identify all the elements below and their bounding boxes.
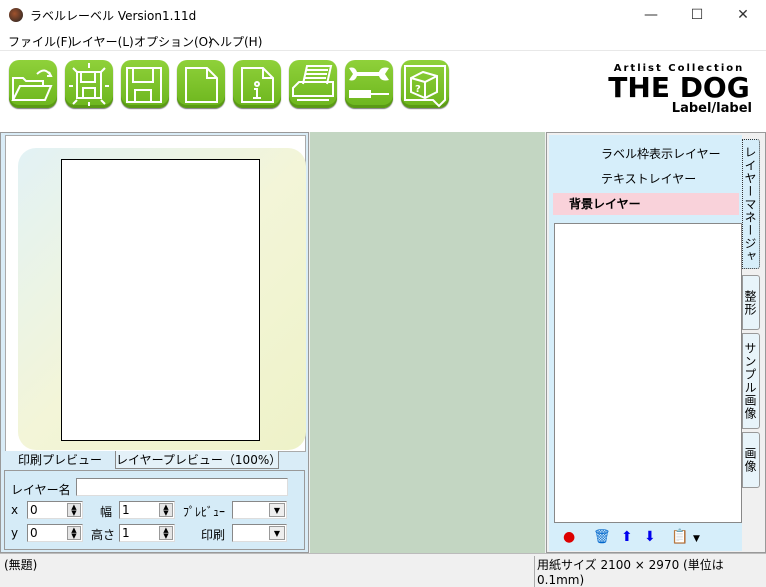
layer-item-background[interactable]: 背景レイヤー <box>553 193 739 215</box>
save-as-icon <box>69 63 109 106</box>
preview-label: ﾌﾟﾚﾋﾞｭｰ <box>183 505 226 519</box>
y-spinner[interactable]: ▲ ▼ <box>67 526 81 540</box>
y-input[interactable]: 0 ▲ ▼ <box>27 524 83 542</box>
tab-sample-images[interactable]: サンプル画像 <box>742 333 760 429</box>
x-spinner[interactable]: ▲ ▼ <box>67 503 81 517</box>
x-input[interactable]: 0 ▲ ▼ <box>27 501 83 519</box>
menu-options[interactable]: オプション(O) <box>134 33 213 50</box>
height-input[interactable]: 1 ▲ ▼ <box>119 524 175 542</box>
status-paper-size: 用紙サイズ 2100 × 2970 (単位は0.1mm) <box>534 556 766 587</box>
y-value: 0 <box>30 526 38 540</box>
print-select[interactable]: ▼ <box>232 524 287 542</box>
status-document: (無題) <box>4 558 38 572</box>
layer-list[interactable] <box>554 223 742 523</box>
menu-file[interactable]: ファイル(F) <box>8 33 72 50</box>
x-label: x <box>11 503 19 517</box>
document-info-icon <box>241 67 274 103</box>
label-paper[interactable] <box>61 159 260 441</box>
menu-help[interactable]: ヘルプ(H) <box>208 33 262 50</box>
minimize-button[interactable]: — <box>628 0 674 30</box>
tab-shaping[interactable]: 整形 <box>742 275 760 330</box>
chevron-down-icon[interactable]: ▼ <box>269 526 285 540</box>
layer-name-input[interactable] <box>76 478 288 496</box>
help-button[interactable]: ? <box>401 60 449 108</box>
new-document-icon <box>185 67 218 103</box>
width-label: 幅 <box>100 505 113 519</box>
chevron-down-icon[interactable]: ▼ <box>269 503 285 517</box>
printer-icon <box>292 65 334 101</box>
open-button[interactable] <box>9 60 57 108</box>
width-input[interactable]: 1 ▲ ▼ <box>119 501 175 519</box>
save-button[interactable] <box>121 60 169 108</box>
tools-button[interactable] <box>345 60 393 108</box>
print-label: 印刷 <box>201 528 226 542</box>
tab-images[interactable]: 画像 <box>742 432 760 488</box>
preview-select[interactable]: ▼ <box>232 501 287 519</box>
help-box-icon: ? <box>404 65 446 108</box>
menu-bar: ファイル(F) レイヤー(L) オプション(O) ヘルプ(H) <box>0 30 766 50</box>
window-title: ラベルレーベル Version1.11d <box>30 9 197 23</box>
maximize-button[interactable]: ☐ <box>674 0 720 30</box>
width-value: 1 <box>122 503 130 517</box>
app-icon <box>9 8 23 22</box>
height-spinner[interactable]: ▲ ▼ <box>159 526 173 540</box>
status-bar: (無題) 用紙サイズ 2100 × 2970 (単位は0.1mm) <box>0 553 766 587</box>
left-panel: 印刷プレビュー レイヤープレビュー（100%） レイヤー名 x 0 ▲ ▼ y 0 ▲… <box>0 132 309 553</box>
layer-item-text[interactable]: テキストレイヤー <box>553 168 739 190</box>
y-label: y <box>11 526 19 540</box>
right-panel: ラベル枠表示レイヤー テキストレイヤー 背景レイヤー ● 🗑 ⬆ ⬇ 📋 ▼ レ… <box>546 132 766 553</box>
delete-layer-icon[interactable]: 🗑 <box>593 529 611 545</box>
toolbar: ? Artlist Collection THE DOG Label/label <box>0 50 766 132</box>
svg-text:?: ? <box>415 84 421 95</box>
copy-icon[interactable]: 📋 <box>671 529 688 545</box>
info-button[interactable] <box>233 60 281 108</box>
new-button[interactable] <box>177 60 225 108</box>
open-folder-icon <box>11 69 53 101</box>
title-bar: ラベルレーベル Version1.11d — ☐ ✕ <box>0 0 766 30</box>
layer-name-label: レイヤー名 <box>11 483 71 497</box>
arrow-up-icon[interactable]: ⬆ <box>621 529 633 545</box>
height-value: 1 <box>122 526 130 540</box>
layer-properties: レイヤー名 x 0 ▲ ▼ y 0 ▲ ▼ 幅 1 ▲ ▼ 高さ 1 ▲ ▼ ﾌﾟﾚﾋﾞｭｰ ▼… <box>4 470 305 550</box>
save-as-button[interactable] <box>65 60 113 108</box>
width-spinner[interactable]: ▲ ▼ <box>159 503 173 517</box>
logo-line2: THE DOG <box>608 71 750 104</box>
chevron-down-icon[interactable]: ▼ <box>693 534 700 544</box>
close-button[interactable]: ✕ <box>720 0 766 30</box>
layer-item-label-frame[interactable]: ラベル枠表示レイヤー <box>553 143 739 165</box>
the-dog-logo: Artlist Collection THE DOG Label/label <box>600 64 758 116</box>
layer-manager: ラベル枠表示レイヤー テキストレイヤー 背景レイヤー ● 🗑 ⬆ ⬇ 📋 ▼ <box>549 135 742 551</box>
tab-print-preview[interactable]: 印刷プレビュー <box>5 451 115 469</box>
print-preview-area <box>5 135 306 452</box>
wrench-icon <box>349 67 389 98</box>
save-icon <box>126 67 162 103</box>
workspace <box>310 132 545 553</box>
add-layer-icon[interactable]: ● <box>563 529 575 545</box>
tab-layer-manager[interactable]: レイヤーマネージャ <box>742 139 760 269</box>
menu-layer[interactable]: レイヤー(L) <box>70 33 134 50</box>
arrow-down-icon[interactable]: ⬇ <box>644 529 656 545</box>
x-value: 0 <box>30 503 38 517</box>
print-button[interactable] <box>289 60 337 108</box>
tab-layer-preview[interactable]: レイヤープレビュー（100%） <box>115 451 281 469</box>
height-label: 高さ <box>91 528 116 542</box>
